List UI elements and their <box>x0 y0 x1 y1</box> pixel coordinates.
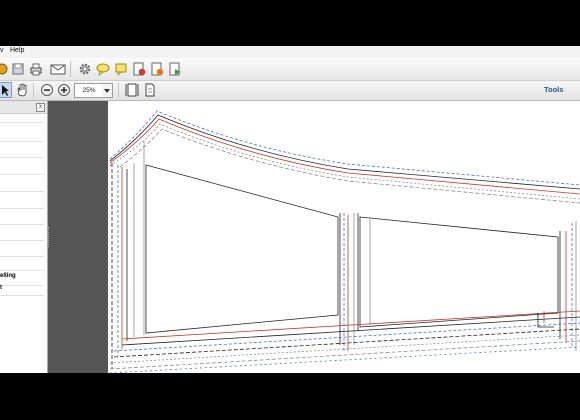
menu-help[interactable]: Help <box>10 47 24 54</box>
roof-line <box>109 110 580 186</box>
list-item <box>0 289 44 296</box>
tools-link[interactable]: Tools <box>544 85 563 94</box>
list-item[interactable] <box>0 248 44 257</box>
zoom-dropdown[interactable] <box>102 83 113 98</box>
list-item <box>0 277 44 286</box>
roof-line <box>109 114 580 190</box>
hand-icon[interactable] <box>14 82 30 98</box>
technical-drawing <box>109 110 580 373</box>
select-arrow-icon[interactable] <box>0 82 12 98</box>
fit-page-icon[interactable] <box>142 82 158 98</box>
list-item[interactable] <box>0 262 44 271</box>
base-line <box>109 334 580 364</box>
base-line <box>109 346 580 373</box>
list-item[interactable] <box>0 149 44 158</box>
create-icon[interactable] <box>0 61 10 77</box>
navigation-toolbar: 25% Tools <box>0 81 580 101</box>
list-item[interactable] <box>0 181 44 192</box>
roof-line <box>119 128 580 204</box>
fit-width-icon[interactable] <box>124 82 140 98</box>
sticky-note-icon[interactable] <box>113 61 129 77</box>
navigation-panel: x elling t <box>0 101 48 373</box>
sign-icon[interactable] <box>131 61 147 77</box>
window-outline <box>359 216 559 328</box>
list-item[interactable] <box>0 232 44 241</box>
main-toolbar <box>0 58 580 81</box>
letterbox-top <box>0 0 580 46</box>
base-line <box>121 316 580 346</box>
print-icon[interactable] <box>28 61 44 77</box>
document-gutter <box>48 101 108 373</box>
zoom-in-icon[interactable] <box>56 82 72 98</box>
list-item[interactable] <box>0 165 44 175</box>
document-page <box>108 101 580 373</box>
base-line <box>113 322 580 352</box>
list-item[interactable] <box>0 133 44 142</box>
zoom-input[interactable]: 25% <box>74 83 104 98</box>
toolbar-separator <box>70 61 71 77</box>
list-item[interactable] <box>0 114 44 123</box>
list-item[interactable] <box>0 200 44 209</box>
panel-resize-handle[interactable] <box>48 227 51 247</box>
base-line <box>113 328 580 358</box>
stamp-icon[interactable] <box>149 61 165 77</box>
base-line <box>121 310 580 340</box>
save-icon[interactable] <box>10 61 26 77</box>
menu-bar: v Help <box>0 46 580 58</box>
menu-view[interactable]: v <box>0 47 4 54</box>
pdf-viewer-window: v Help 25% Tools x elling t <box>0 46 580 373</box>
email-icon[interactable] <box>50 61 66 77</box>
window-outline <box>145 164 339 334</box>
comment-icon[interactable] <box>95 61 111 77</box>
base-line <box>109 340 580 370</box>
letterbox-bottom <box>0 373 580 420</box>
close-icon[interactable]: x <box>36 103 45 112</box>
share-icon[interactable] <box>167 61 183 77</box>
panel-header: x <box>0 101 47 114</box>
list-item[interactable] <box>0 216 44 225</box>
toolbar-separator <box>118 83 119 97</box>
settings-icon[interactable] <box>77 61 93 77</box>
toolbar-separator <box>33 83 34 97</box>
zoom-out-icon[interactable] <box>39 82 55 98</box>
chevron-down-icon <box>104 88 110 93</box>
